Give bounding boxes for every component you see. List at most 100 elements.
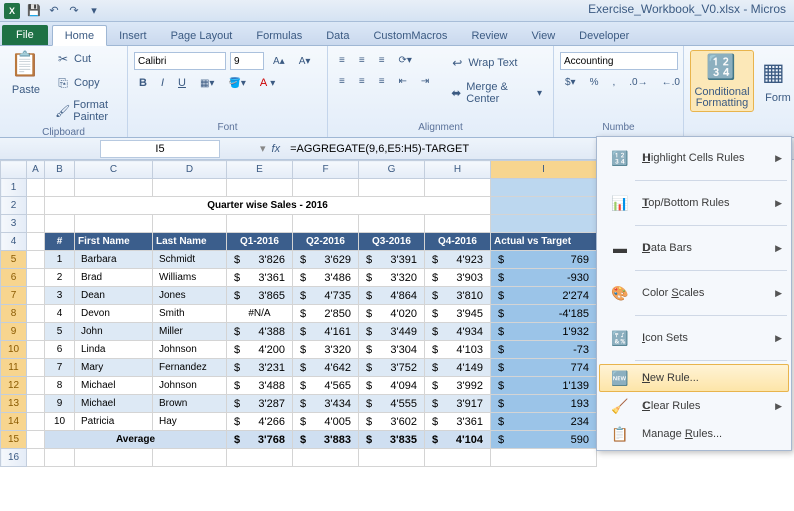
tab-developer[interactable]: Developer (567, 26, 641, 45)
table-row[interactable]: 12 8 Michael Johnson $3'488 $4'565 $4'09… (1, 377, 597, 395)
font-name-select[interactable] (134, 52, 226, 70)
col-header[interactable]: G (359, 161, 425, 179)
row-header[interactable]: 7 (1, 287, 27, 305)
table-row[interactable]: 11 7 Mary Fernandez $3'231 $4'642 $3'752… (1, 359, 597, 377)
table-row[interactable]: 14 10 Patricia Hay $4'266 $4'005 $3'602 … (1, 413, 597, 431)
increase-decimal-icon[interactable]: .0→ (624, 74, 652, 91)
comma-format-icon[interactable]: , (608, 74, 621, 91)
qat-more-icon[interactable]: ▾ (84, 2, 104, 20)
align-left-icon[interactable]: ≡ (334, 73, 350, 90)
menu-manage-rules[interactable]: 📋Manage Rules... (599, 420, 789, 448)
col-header[interactable]: E (227, 161, 293, 179)
align-center-icon[interactable]: ≡ (354, 73, 370, 90)
tab-page-layout[interactable]: Page Layout (159, 26, 245, 45)
row-header[interactable]: 5 (1, 251, 27, 269)
row-header[interactable]: 14 (1, 413, 27, 431)
tab-insert[interactable]: Insert (107, 26, 159, 45)
align-top-icon[interactable]: ≡ (334, 52, 350, 69)
menu-icon-sets[interactable]: 🔣IIcon Sets▶ (599, 319, 789, 357)
th-firstname: First Name (75, 233, 153, 251)
tab-formulas[interactable]: Formulas (244, 26, 314, 45)
row-header[interactable]: 6 (1, 269, 27, 287)
menu-color-scales[interactable]: 🎨Color Scales▶ (599, 274, 789, 312)
accounting-format-icon[interactable]: $▾ (560, 74, 581, 91)
col-header[interactable]: C (75, 161, 153, 179)
tab-home[interactable]: Home (52, 25, 107, 46)
orientation-icon[interactable]: ⟳▾ (394, 52, 417, 69)
row-header[interactable]: 3 (1, 215, 27, 233)
row-header[interactable]: 2 (1, 197, 27, 215)
copy-button[interactable]: ⎘Copy (50, 72, 121, 94)
row-header[interactable]: 10 (1, 341, 27, 359)
increase-indent-icon[interactable]: ⇥ (416, 73, 434, 90)
row-header[interactable]: 13 (1, 395, 27, 413)
tab-review[interactable]: Review (459, 26, 519, 45)
menu-top-bottom[interactable]: 📊TTop/Bottom Rules▶ (599, 184, 789, 222)
fill-color-button[interactable]: 🪣▾ (223, 75, 250, 92)
save-icon[interactable]: 💾 (24, 2, 44, 20)
tab-custommacros[interactable]: CustomMacros (361, 26, 459, 45)
percent-format-icon[interactable]: % (585, 74, 604, 91)
row-header[interactable]: 8 (1, 305, 27, 323)
select-all-corner[interactable] (1, 161, 27, 179)
menu-data-bars[interactable]: ▬DData Bars▶ (599, 229, 789, 267)
italic-button[interactable]: I (156, 74, 169, 92)
paste-button[interactable]: 📋Paste (6, 48, 46, 98)
row-header[interactable]: 9 (1, 323, 27, 341)
th-q1: Q1-2016 (227, 233, 293, 251)
undo-icon[interactable]: ↶ (44, 2, 64, 20)
menu-new-rule[interactable]: 🆕NNew Rule... (599, 364, 789, 392)
format-as-table-button[interactable]: ▦ Form (758, 56, 794, 106)
decrease-decimal-icon[interactable]: ←.0 (657, 74, 685, 91)
border-button[interactable]: ▦▾ (195, 75, 219, 92)
th-actual: Actual vs Target (491, 233, 597, 251)
fx-icon[interactable]: fx (272, 143, 281, 155)
col-header[interactable]: B (45, 161, 75, 179)
font-size-select[interactable] (230, 52, 264, 70)
namebox-dropdown-icon[interactable]: ▾ (260, 142, 266, 155)
decrease-indent-icon[interactable]: ⇤ (394, 73, 412, 90)
clear-rules-icon: 🧹 (606, 395, 634, 417)
row-header[interactable]: 16 (1, 449, 27, 467)
table-row[interactable]: 10 6 Linda Johnson $4'200 $3'320 $3'304 … (1, 341, 597, 359)
col-header[interactable]: H (425, 161, 491, 179)
align-bottom-icon[interactable]: ≡ (374, 52, 390, 69)
row-header[interactable]: 12 (1, 377, 27, 395)
table-row[interactable]: 9 5 John Miller $4'388 $4'161 $3'449 $4'… (1, 323, 597, 341)
table-row[interactable]: 8 4 Devon Smith #N/A $2'850 $4'020 $3'94… (1, 305, 597, 323)
table-row[interactable]: 6 2 Brad Williams $3'361 $3'486 $3'320 $… (1, 269, 597, 287)
tab-view[interactable]: View (520, 26, 568, 45)
row-header[interactable]: 15 (1, 431, 27, 449)
increase-font-icon[interactable]: A▴ (268, 53, 290, 70)
col-header[interactable]: A (27, 161, 45, 179)
menu-highlight-cells[interactable]: 🔢HHighlight Cells Rules▶ (599, 139, 789, 177)
font-color-button[interactable]: A▾ (255, 74, 280, 92)
row-header[interactable]: 1 (1, 179, 27, 197)
menu-clear-rules[interactable]: 🧹CClear Rules▶ (599, 392, 789, 420)
name-box[interactable]: I5 (100, 140, 220, 158)
row-header[interactable]: 11 (1, 359, 27, 377)
redo-icon[interactable]: ↷ (64, 2, 84, 20)
merge-center-button[interactable]: ⬌Merge & Center ▾ (444, 78, 547, 108)
table-row[interactable]: 13 9 Michael Brown $3'287 $3'434 $4'555 … (1, 395, 597, 413)
table-row[interactable]: 5 1 Barbara Schmidt $3'826 $3'629 $3'391… (1, 251, 597, 269)
bold-button[interactable]: B (134, 74, 152, 92)
number-format-select[interactable] (560, 52, 678, 70)
chevron-right-icon: ▶ (775, 401, 782, 412)
copy-icon: ⎘ (55, 75, 71, 91)
row-header[interactable]: 4 (1, 233, 27, 251)
tab-file[interactable]: File (2, 25, 48, 45)
decrease-font-icon[interactable]: A▾ (294, 53, 316, 70)
col-header[interactable]: F (293, 161, 359, 179)
col-header[interactable]: I (491, 161, 597, 179)
align-right-icon[interactable]: ≡ (374, 73, 390, 90)
tab-data[interactable]: Data (314, 26, 361, 45)
underline-button[interactable]: U (173, 74, 191, 92)
align-middle-icon[interactable]: ≡ (354, 52, 370, 69)
wrap-text-button[interactable]: ↩Wrap Text (444, 52, 547, 74)
conditional-formatting-button[interactable]: 🔢 Conditional Formatting (690, 50, 754, 112)
col-header[interactable]: D (153, 161, 227, 179)
cut-button[interactable]: ✂Cut (50, 48, 121, 70)
format-painter-button[interactable]: 🖌Format Painter (50, 96, 121, 126)
table-row[interactable]: 7 3 Dean Jones $3'865 $4'735 $4'864 $3'8… (1, 287, 597, 305)
